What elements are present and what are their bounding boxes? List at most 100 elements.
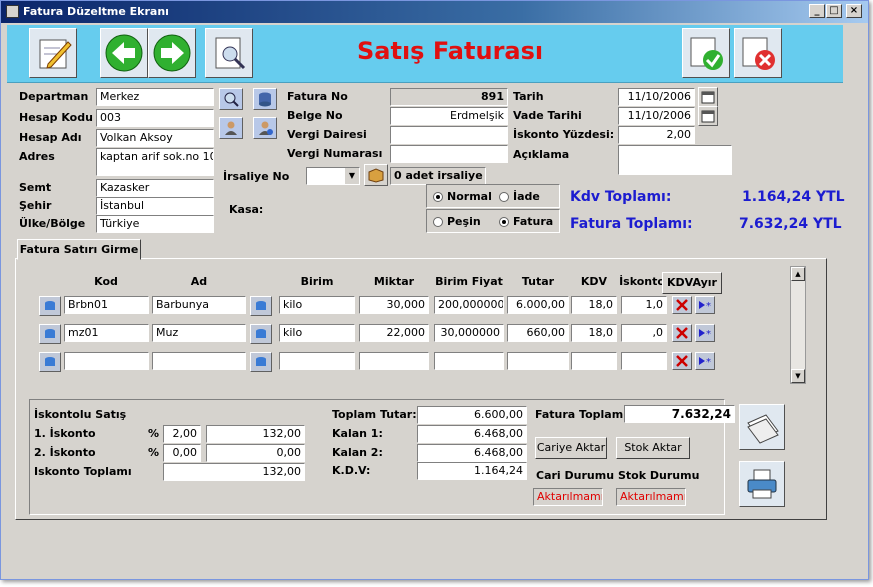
kod-lookup-button[interactable]: [39, 296, 61, 316]
birim-fiyat-cell[interactable]: 200,000000: [434, 296, 504, 314]
departman-select-button[interactable]: [219, 88, 243, 110]
aciklama-field[interactable]: [618, 145, 732, 175]
hesap-adi-field[interactable]: Volkan Aksoy: [96, 129, 214, 147]
cancel-button[interactable]: [734, 28, 782, 78]
birim-lookup-button[interactable]: [250, 352, 272, 372]
insert-row-button[interactable]: *: [695, 324, 715, 342]
irsaliye-button[interactable]: [364, 164, 388, 186]
departman-field[interactable]: Merkez: [96, 88, 214, 106]
irsaliye-select[interactable]: ▼: [306, 167, 360, 185]
tutar-cell[interactable]: 660,00: [507, 324, 569, 342]
irsaliye-count: 0 adet irsaliye: [390, 167, 486, 185]
kdv-ayir-button[interactable]: KDVAyır: [662, 272, 722, 294]
vade-field[interactable]: 11/10/2006: [618, 107, 695, 125]
vergi-dairesi-field[interactable]: [390, 126, 508, 144]
semt-field[interactable]: Kazasker: [96, 179, 214, 197]
fatura-no-field: 891: [390, 88, 508, 106]
ulke-field[interactable]: Türkiye: [96, 215, 214, 233]
miktar-cell[interactable]: 22,000: [359, 324, 429, 342]
radio-iade[interactable]: İade: [499, 190, 540, 203]
next-button[interactable]: [148, 28, 196, 78]
ad-cell[interactable]: [152, 352, 246, 370]
col-kod: Kod: [94, 275, 118, 288]
search-button[interactable]: [205, 28, 253, 78]
iskonto-cell[interactable]: ,0: [621, 324, 667, 342]
iskonto-cell[interactable]: 1,0: [621, 296, 667, 314]
tutar-cell[interactable]: [507, 352, 569, 370]
delete-row-button[interactable]: [672, 324, 692, 342]
delete-row-button[interactable]: [672, 352, 692, 370]
col-kdv: KDV: [580, 275, 608, 288]
sehir-field[interactable]: İstanbul: [96, 197, 214, 215]
iskonto1-pct-sign: %: [148, 427, 160, 440]
miktar-cell[interactable]: [359, 352, 429, 370]
iskonto2-pct-field[interactable]: 0,00: [163, 444, 201, 462]
kdv-cell[interactable]: 18,0: [571, 296, 617, 314]
radio-pesin[interactable]: Peşin: [433, 215, 481, 228]
delete-row-button[interactable]: [672, 296, 692, 314]
hesap-search-button[interactable]: [219, 117, 243, 139]
birim-cell[interactable]: kilo: [279, 324, 355, 342]
birim-cell[interactable]: [279, 352, 355, 370]
tab-fatura-satiri[interactable]: Fatura Satırı Girme: [17, 239, 141, 260]
radio-normal[interactable]: Normal: [433, 190, 492, 203]
kod-cell[interactable]: Brbn01: [64, 296, 149, 314]
approve-button[interactable]: [682, 28, 730, 78]
kod-lookup-button[interactable]: [39, 352, 61, 372]
birim-fiyat-cell[interactable]: [434, 352, 504, 370]
previous-button[interactable]: [100, 28, 148, 78]
hesap-info-button[interactable]: [253, 117, 277, 139]
kod-cell[interactable]: mz01: [64, 324, 149, 342]
tutar-cell[interactable]: 6.000,00: [507, 296, 569, 314]
kdv-cell[interactable]: 18,0: [571, 324, 617, 342]
tarih-calendar-button[interactable]: [698, 87, 718, 107]
documents-icon: [747, 414, 779, 444]
scroll-down-icon[interactable]: ▼: [791, 369, 805, 383]
kdv-label: K.D.V:: [332, 464, 371, 477]
iskonto-cell[interactable]: [621, 352, 667, 370]
kod-cell[interactable]: [64, 352, 149, 370]
kasa-label: Kasa:: [229, 203, 264, 216]
iskonto-toplami-field: 132,00: [163, 463, 305, 481]
birim-lookup-button[interactable]: [250, 296, 272, 316]
scroll-up-icon[interactable]: ▲: [791, 267, 805, 281]
iskonto2-value-field: 0,00: [206, 444, 305, 462]
birim-cell[interactable]: kilo: [279, 296, 355, 314]
fatura-toplami-label: Fatura Toplamı: [535, 408, 627, 421]
miktar-cell[interactable]: 30,000: [359, 296, 429, 314]
iskonto-yuzdesi-field[interactable]: 2,00: [618, 126, 695, 144]
tarih-field[interactable]: 11/10/2006: [618, 88, 695, 106]
edit-button[interactable]: [29, 28, 77, 78]
ad-cell[interactable]: Muz: [152, 324, 246, 342]
iskonto1-pct-field[interactable]: 2,00: [163, 425, 201, 443]
radio-fatura[interactable]: Fatura: [499, 215, 553, 228]
minimize-button[interactable]: _: [809, 4, 825, 18]
hesap-kodu-field[interactable]: 003: [96, 109, 214, 127]
checkmark-document-icon: [690, 37, 723, 70]
kod-lookup-button[interactable]: [39, 324, 61, 344]
insert-row-button[interactable]: *: [695, 296, 715, 314]
lookup-icon: [45, 301, 55, 310]
box-icon: [368, 168, 384, 183]
insert-row-button[interactable]: *: [695, 352, 715, 370]
main-window: Fatura Düzeltme Ekranı _ □ × Satış Fatur…: [0, 0, 869, 580]
grid-scrollbar[interactable]: ▲ ▼: [790, 266, 806, 384]
maximize-button[interactable]: □: [826, 4, 842, 18]
sehir-label: Şehir: [19, 199, 52, 212]
birim-lookup-button[interactable]: [250, 324, 272, 344]
print-button[interactable]: [739, 461, 785, 507]
ad-cell[interactable]: Barbunya: [152, 296, 246, 314]
birim-fiyat-cell[interactable]: 30,000000: [434, 324, 504, 342]
adres-field[interactable]: kaptan arif sok.no 10: [96, 148, 214, 176]
departman-info-button[interactable]: [253, 88, 277, 110]
cariye-aktar-button[interactable]: Cariye Aktar: [535, 437, 607, 459]
belge-no-field[interactable]: Erdmelşik: [390, 107, 508, 125]
vade-calendar-button[interactable]: [698, 106, 718, 126]
document-button[interactable]: [739, 404, 785, 450]
hesap-kodu-label: Hesap Kodu: [19, 111, 93, 124]
vergi-no-field[interactable]: [390, 145, 508, 163]
vade-label: Vade Tarihi: [513, 109, 582, 122]
stok-aktar-button[interactable]: Stok Aktar: [616, 437, 690, 459]
kdv-cell[interactable]: [571, 352, 617, 370]
close-button[interactable]: ×: [846, 4, 862, 18]
